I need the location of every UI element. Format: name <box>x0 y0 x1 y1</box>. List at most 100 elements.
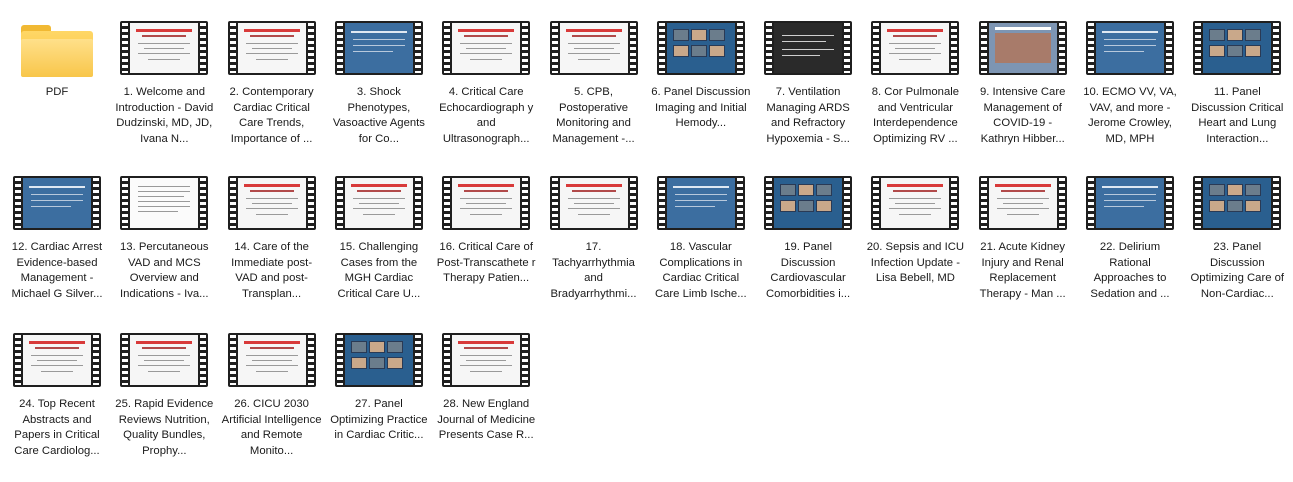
video-file-item[interactable]: 25. Rapid Evidence Reviews Nutrition, Qu… <box>114 327 214 459</box>
file-name: 6. Panel Discussion Imaging and Initial … <box>651 86 751 129</box>
file-name: 5. CPB, Postoperative Monitoring and Man… <box>552 86 635 145</box>
file-name: 28. New England Journal of Medicine Pres… <box>437 398 536 441</box>
file-name: 24. Top Recent Abstracts and Papers in C… <box>14 398 100 457</box>
video-thumbnail <box>549 15 638 83</box>
video-filmstrip-icon <box>227 176 316 230</box>
video-filmstrip-icon <box>1193 21 1282 75</box>
video-filmstrip-icon <box>764 176 853 230</box>
file-name: 10. ECMO VV, VA, VAV, and more - Jerome … <box>1083 86 1177 145</box>
video-thumbnail <box>334 170 423 238</box>
video-thumbnail <box>656 170 745 238</box>
video-thumbnail <box>656 15 745 83</box>
file-name: 11. Panel Discussion Critical Heart and … <box>1191 86 1284 145</box>
file-name: 16. Critical Care of Post-Transcathete r… <box>436 241 536 284</box>
video-thumbnail <box>871 170 960 238</box>
video-thumbnail <box>120 327 209 395</box>
video-thumbnail <box>1193 170 1282 238</box>
video-file-item[interactable]: 23. Panel Discussion Optimizing Care of … <box>1187 170 1287 302</box>
video-filmstrip-icon <box>334 333 423 387</box>
file-name: 23. Panel Discussion Optimizing Care of … <box>1190 241 1285 300</box>
video-filmstrip-icon <box>871 176 960 230</box>
file-name: 1. Welcome and Introduction - David Dudz… <box>115 86 214 145</box>
video-file-item[interactable]: 18. Vascular Complications in Cardiac Cr… <box>651 170 751 302</box>
video-file-item[interactable]: 15. Challenging Cases from the MGH Cardi… <box>329 170 429 302</box>
video-file-item[interactable]: 14. Care of the Immediate post-VAD and p… <box>222 170 322 302</box>
video-thumbnail <box>871 15 960 83</box>
video-filmstrip-icon <box>978 21 1067 75</box>
file-name: 15. Challenging Cases from the MGH Cardi… <box>337 241 421 300</box>
video-thumbnail <box>13 170 101 238</box>
video-thumbnail <box>764 15 853 83</box>
video-thumbnail <box>442 327 531 395</box>
video-filmstrip-icon <box>1086 176 1174 230</box>
video-filmstrip-icon <box>442 333 531 387</box>
video-thumbnail <box>334 15 423 83</box>
video-filmstrip-icon <box>871 21 960 75</box>
video-thumbnail <box>120 170 209 238</box>
video-filmstrip-icon <box>334 176 423 230</box>
video-file-item[interactable]: 22. Delirium Rational Approaches to Seda… <box>1080 170 1180 302</box>
video-filmstrip-icon <box>1193 176 1282 230</box>
video-file-item[interactable]: 7. Ventilation Managing ARDS and Refract… <box>758 15 858 147</box>
folder-icon <box>13 15 101 83</box>
video-file-item[interactable]: 28. New England Journal of Medicine Pres… <box>436 327 536 444</box>
file-name: 20. Sepsis and ICU Infection Update - Li… <box>866 241 965 284</box>
video-filmstrip-icon <box>656 21 745 75</box>
video-filmstrip-icon <box>120 176 209 230</box>
file-name: 27. Panel Optimizing Practice in Cardiac… <box>330 398 428 441</box>
video-filmstrip-icon <box>120 333 209 387</box>
file-name: 14. Care of the Immediate post-VAD and p… <box>231 241 313 300</box>
video-thumbnail <box>978 170 1067 238</box>
video-filmstrip-icon <box>764 21 853 75</box>
video-file-item[interactable]: 1. Welcome and Introduction - David Dudz… <box>114 15 214 147</box>
video-file-item[interactable]: 4. Critical Care Echocardiograph y and U… <box>436 15 536 147</box>
video-file-item[interactable]: 2. Contemporary Cardiac Critical Care Tr… <box>222 15 322 147</box>
file-name: 17. Tachyarrhythmia and Bradyarrhythmi..… <box>550 241 637 300</box>
video-filmstrip-icon <box>1086 21 1174 75</box>
file-name: 22. Delirium Rational Approaches to Seda… <box>1090 241 1170 300</box>
video-filmstrip-icon <box>549 21 638 75</box>
video-filmstrip-icon <box>442 21 531 75</box>
folder-item-pdf[interactable]: PDF <box>7 15 107 101</box>
video-thumbnail <box>13 327 101 395</box>
video-thumbnail <box>1086 15 1174 83</box>
video-filmstrip-icon <box>334 21 423 75</box>
video-thumbnail <box>227 15 316 83</box>
video-thumbnail <box>227 327 316 395</box>
video-file-item[interactable]: 3. Shock Phenotypes, Vasoactive Agents f… <box>329 15 429 147</box>
video-file-item[interactable]: 8. Cor Pulmonale and Ventricular Interde… <box>865 15 965 147</box>
video-filmstrip-icon <box>549 176 638 230</box>
video-file-item[interactable]: 24. Top Recent Abstracts and Papers in C… <box>7 327 107 459</box>
video-filmstrip-icon <box>442 176 531 230</box>
video-file-item[interactable]: 21. Acute Kidney Injury and Renal Replac… <box>973 170 1073 302</box>
video-thumbnail <box>442 170 531 238</box>
file-name: 7. Ventilation Managing ARDS and Refract… <box>766 86 850 145</box>
video-thumbnail <box>120 15 209 83</box>
file-name: 8. Cor Pulmonale and Ventricular Interde… <box>871 86 960 145</box>
video-thumbnail <box>764 170 853 238</box>
file-name: 9. Intensive Care Management of COVID-19… <box>979 86 1066 145</box>
video-file-item[interactable]: 26. CICU 2030 Artificial Intelligence an… <box>222 327 322 459</box>
video-thumbnail <box>334 327 423 395</box>
video-file-item[interactable]: 19. Panel Discussion Cardiovascular Como… <box>758 170 858 302</box>
video-filmstrip-icon <box>13 333 101 387</box>
file-name: 12. Cardiac Arrest Evidence-based Manage… <box>11 241 103 300</box>
video-filmstrip-icon <box>120 21 209 75</box>
video-file-item[interactable]: 20. Sepsis and ICU Infection Update - Li… <box>865 170 965 287</box>
video-file-item[interactable]: 13. Percutaneous VAD and MCS Overview an… <box>114 170 214 302</box>
video-file-item[interactable]: 9. Intensive Care Management of COVID-19… <box>973 15 1073 147</box>
file-name: 3. Shock Phenotypes, Vasoactive Agents f… <box>332 86 425 145</box>
video-filmstrip-icon <box>656 176 745 230</box>
video-file-item[interactable]: 16. Critical Care of Post-Transcathete r… <box>436 170 536 287</box>
video-file-item[interactable]: 12. Cardiac Arrest Evidence-based Manage… <box>7 170 107 302</box>
video-file-item[interactable]: 11. Panel Discussion Critical Heart and … <box>1187 15 1287 147</box>
video-file-item[interactable]: 5. CPB, Postoperative Monitoring and Man… <box>544 15 644 147</box>
video-file-item[interactable]: 10. ECMO VV, VA, VAV, and more - Jerome … <box>1080 15 1180 147</box>
video-file-item[interactable]: 27. Panel Optimizing Practice in Cardiac… <box>329 327 429 444</box>
video-filmstrip-icon <box>227 21 316 75</box>
video-file-item[interactable]: 6. Panel Discussion Imaging and Initial … <box>651 15 751 132</box>
video-file-item[interactable]: 17. Tachyarrhythmia and Bradyarrhythmi..… <box>544 170 644 302</box>
video-filmstrip-icon <box>978 176 1067 230</box>
folder-name: PDF <box>45 86 69 98</box>
video-thumbnail <box>1086 170 1174 238</box>
